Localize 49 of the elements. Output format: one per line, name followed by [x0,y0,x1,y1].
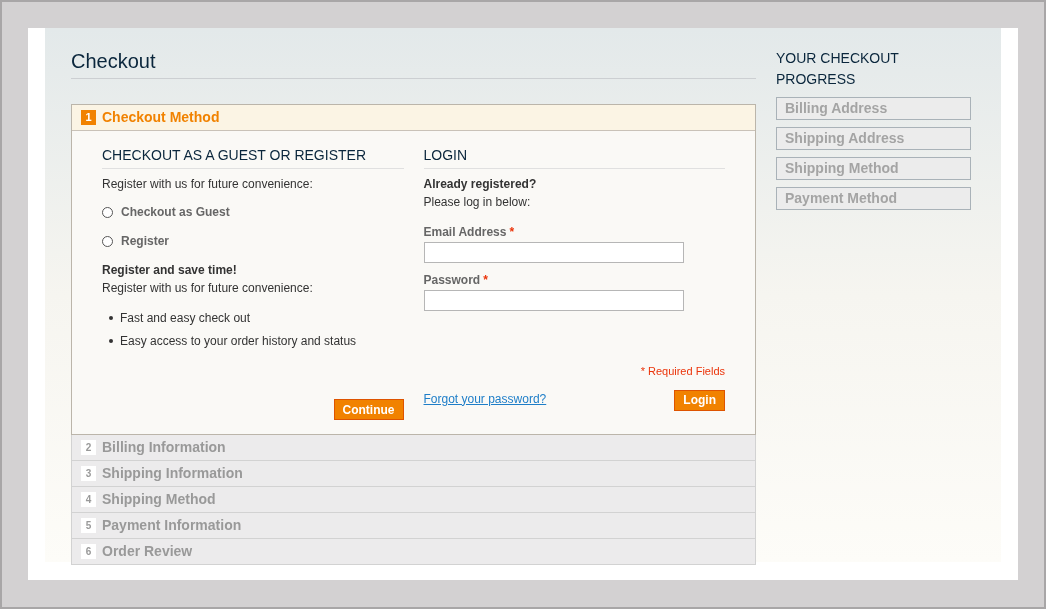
step-title: Payment Information [102,516,242,535]
step-header[interactable]: 6 Order Review [71,539,756,565]
progress-item: Payment Method [776,187,971,210]
required-mark: * [509,224,515,241]
step-number: 1 [81,110,96,125]
progress-item: Shipping Method [776,157,971,180]
progress-item: Shipping Address [776,127,971,150]
progress-item: Billing Address [776,97,971,120]
step-number: 3 [81,466,96,481]
step-header[interactable]: 2 Billing Information [71,435,756,461]
page-title: Checkout [71,46,756,79]
forgot-password-link[interactable]: Forgot your password? [423,389,547,408]
step-number: 5 [81,518,96,533]
continue-button[interactable]: Continue [333,399,404,420]
step-header[interactable]: 5 Payment Information [71,513,756,539]
step-title: Order Review [102,542,193,561]
login-button[interactable]: Login [674,389,725,411]
intro-text: Please log in below: [423,194,532,211]
input-field[interactable] [423,242,684,263]
benefits-title: Register and save time! [102,262,238,279]
step-title: Shipping Information [102,464,243,483]
step-number: 4 [81,492,96,507]
benefits-intro: Register with us for future convenience: [102,280,314,297]
benefit-text: Fast and easy check out [120,310,251,327]
bullet-icon [109,316,113,320]
radio-label[interactable]: Checkout as Guest [121,203,230,221]
field-label: Email Address [423,224,507,241]
benefit-text: Easy access to your order history and status [120,333,357,350]
intro-text: Register with us for future convenience: [102,176,314,193]
step-header[interactable]: 4 Shipping Method [71,487,756,513]
step-header[interactable]: 3 Shipping Information [71,461,756,487]
step-title: Shipping Method [102,490,216,509]
radio-button[interactable] [102,206,113,218]
subtitle-text: Already registered? [423,176,538,193]
field-label: Password [423,272,481,289]
step-title: Billing Information [102,438,226,457]
step-header[interactable]: 1 Checkout Method [72,105,755,131]
radio-label[interactable]: Register [121,232,170,250]
section-heading: LOGIN [423,145,725,169]
input-field[interactable] [423,290,684,311]
required-note: * Required Fields [640,364,725,379]
bullet-icon [109,339,113,343]
step-number: 2 [81,440,96,455]
section-heading: CHECKOUT AS A GUEST OR REGISTER [102,145,404,169]
step-title: Checkout Method [102,108,220,127]
progress-title: YOUR CHECKOUT PROGRESS [776,49,900,89]
required-mark: * [483,272,488,289]
radio-button[interactable] [102,235,113,247]
step-number: 6 [81,544,96,559]
